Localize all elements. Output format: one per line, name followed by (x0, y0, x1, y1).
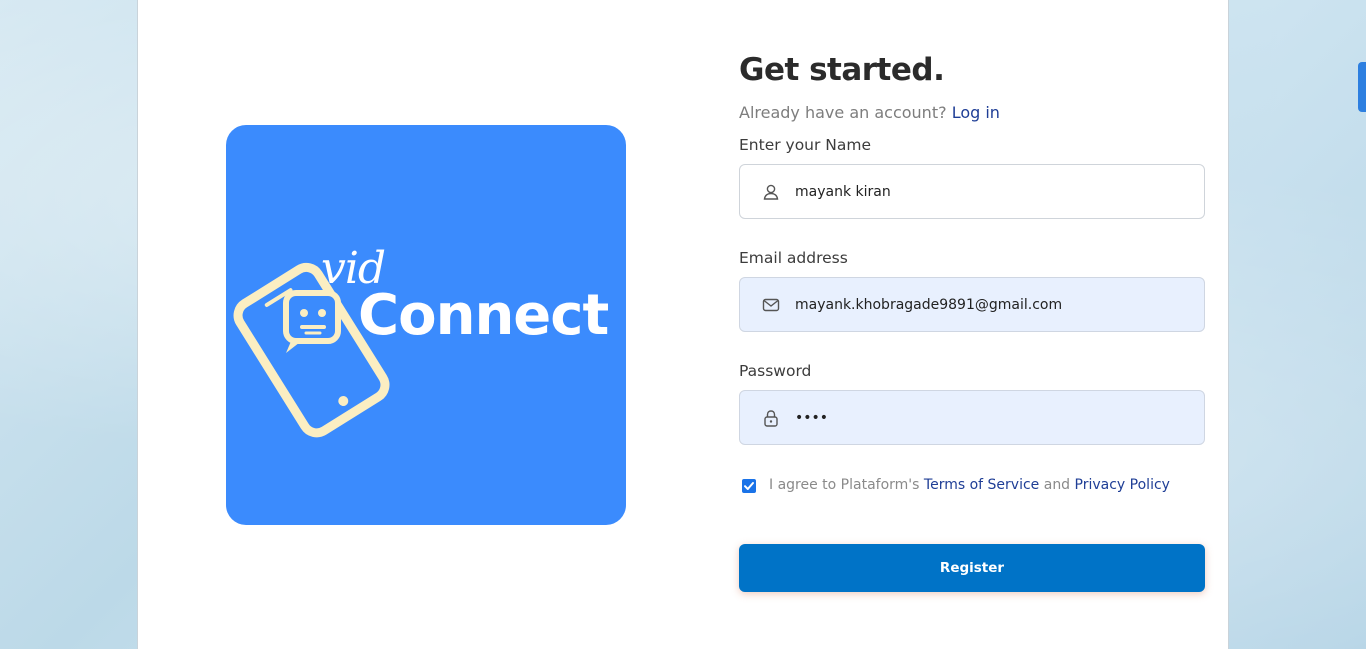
terms-of-service-link[interactable]: Terms of Service (924, 477, 1039, 493)
password-label: Password (739, 362, 812, 380)
logo-word-connect: Connect (358, 283, 609, 348)
terms-agreement: I agree to Plataform's Terms of Service … (739, 476, 1205, 498)
login-prompt: Already have an account? Log in (739, 103, 1000, 122)
password-field[interactable] (739, 390, 1205, 445)
terms-text: I agree to Plataform's Terms of Service … (769, 477, 1170, 493)
lock-icon (764, 410, 778, 427)
password-input[interactable] (795, 391, 1195, 444)
login-link[interactable]: Log in (952, 103, 1000, 122)
register-card: vid Connect Get started. Already have an… (137, 0, 1229, 649)
privacy-policy-link[interactable]: Privacy Policy (1075, 477, 1170, 493)
vidconnect-logo: vid Connect (226, 125, 626, 525)
terms-conjunction: and (1043, 477, 1071, 493)
register-button[interactable]: Register (739, 544, 1205, 592)
mail-icon (762, 298, 780, 312)
name-input[interactable] (795, 165, 1195, 218)
user-icon (763, 184, 779, 200)
checkmark-icon (744, 482, 754, 490)
name-field[interactable] (739, 164, 1205, 219)
side-panel-tab[interactable] (1358, 62, 1366, 112)
terms-checkbox[interactable] (742, 479, 756, 493)
page-title: Get started. (739, 52, 945, 88)
terms-prefix: I agree to Plataform's (769, 477, 920, 493)
login-prompt-text: Already have an account? (739, 103, 947, 122)
email-label: Email address (739, 249, 848, 267)
email-field[interactable] (739, 277, 1205, 332)
name-label: Enter your Name (739, 136, 872, 154)
email-input[interactable] (795, 278, 1195, 331)
